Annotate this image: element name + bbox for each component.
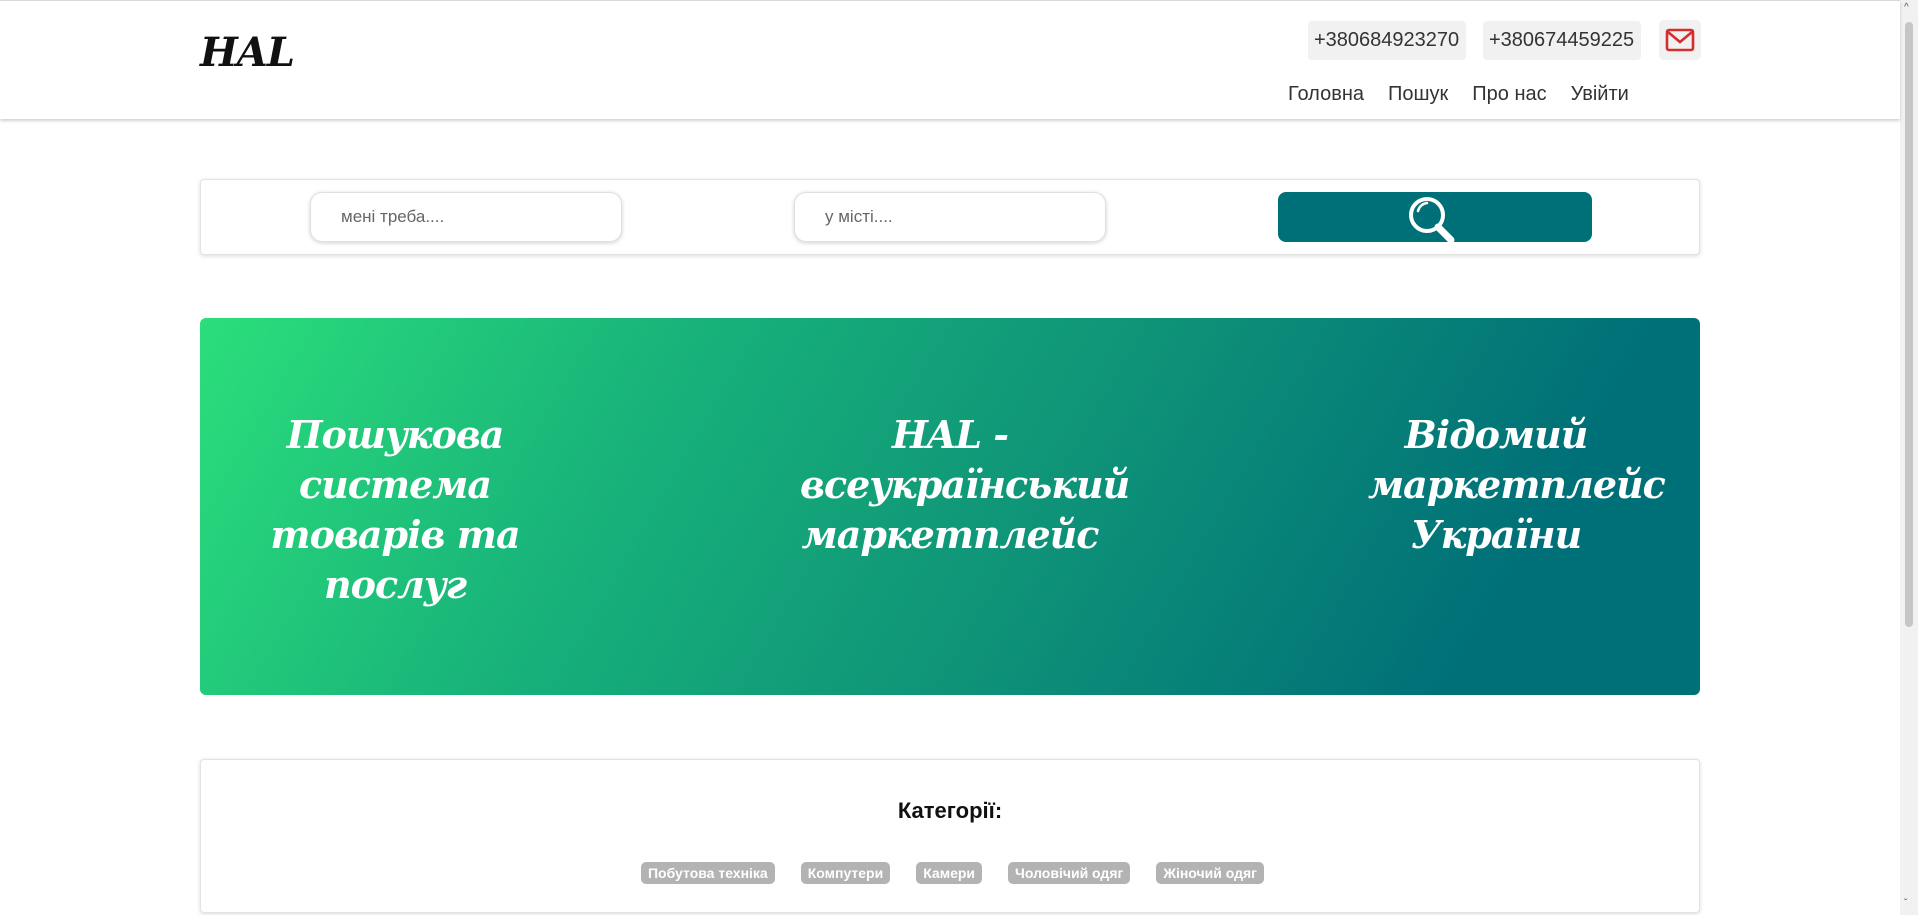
banner-slogan-left: Пошукова система товарів та послуг [270, 412, 520, 607]
category-tag[interactable]: Чоловічий одяг [1008, 862, 1131, 884]
mail-button[interactable] [1659, 20, 1701, 60]
hero-banner: Пошукова система товарів та послуг HAL -… [200, 318, 1700, 695]
banner-slogan-center: HAL - всеукраїнський маркетплейс [800, 412, 1130, 557]
category-tag[interactable]: Побутова техніка [640, 862, 775, 884]
page-scrollbar[interactable]: ^ ˇ [1900, 0, 1918, 915]
city-input[interactable] [794, 192, 1106, 242]
search-panel [200, 179, 1700, 255]
nav-about[interactable]: Про нас [1472, 83, 1546, 106]
magnifier-icon [1409, 197, 1455, 243]
nav-search[interactable]: Пошук [1388, 83, 1448, 106]
site-logo[interactable]: HAL [200, 29, 295, 76]
banner-slogan-right: Відомий маркетплейс України [1368, 412, 1666, 557]
categories-panel: Категорії: Побутова техніка Компутери Ка… [200, 759, 1700, 913]
categories-title: Категорії: [897, 798, 1003, 823]
category-tag[interactable]: Жіночий одяг [1156, 862, 1264, 884]
phone-1[interactable]: +380684923270 [1308, 21, 1466, 60]
category-tag[interactable]: Камери [916, 862, 983, 884]
phone-2[interactable]: +380674459225 [1483, 21, 1641, 60]
category-tag[interactable]: Компутери [800, 862, 891, 884]
nav-login[interactable]: Увійти [1571, 83, 1629, 106]
main-nav: Головна Пошук Про нас Увійти [1288, 83, 1629, 106]
scroll-up-icon[interactable]: ^ [1904, 2, 1909, 13]
category-tags: Побутова техніка Компутери Камери Чолові… [201, 862, 1699, 884]
site-header: HAL +380684923270 +380674459225 Головна … [0, 0, 1900, 119]
envelope-icon [1665, 28, 1695, 52]
what-input[interactable] [310, 192, 622, 242]
scrollbar-thumb[interactable] [1905, 22, 1913, 627]
search-button[interactable] [1278, 192, 1592, 243]
nav-home[interactable]: Головна [1288, 83, 1364, 106]
scroll-down-icon[interactable]: ˇ [1904, 898, 1907, 909]
